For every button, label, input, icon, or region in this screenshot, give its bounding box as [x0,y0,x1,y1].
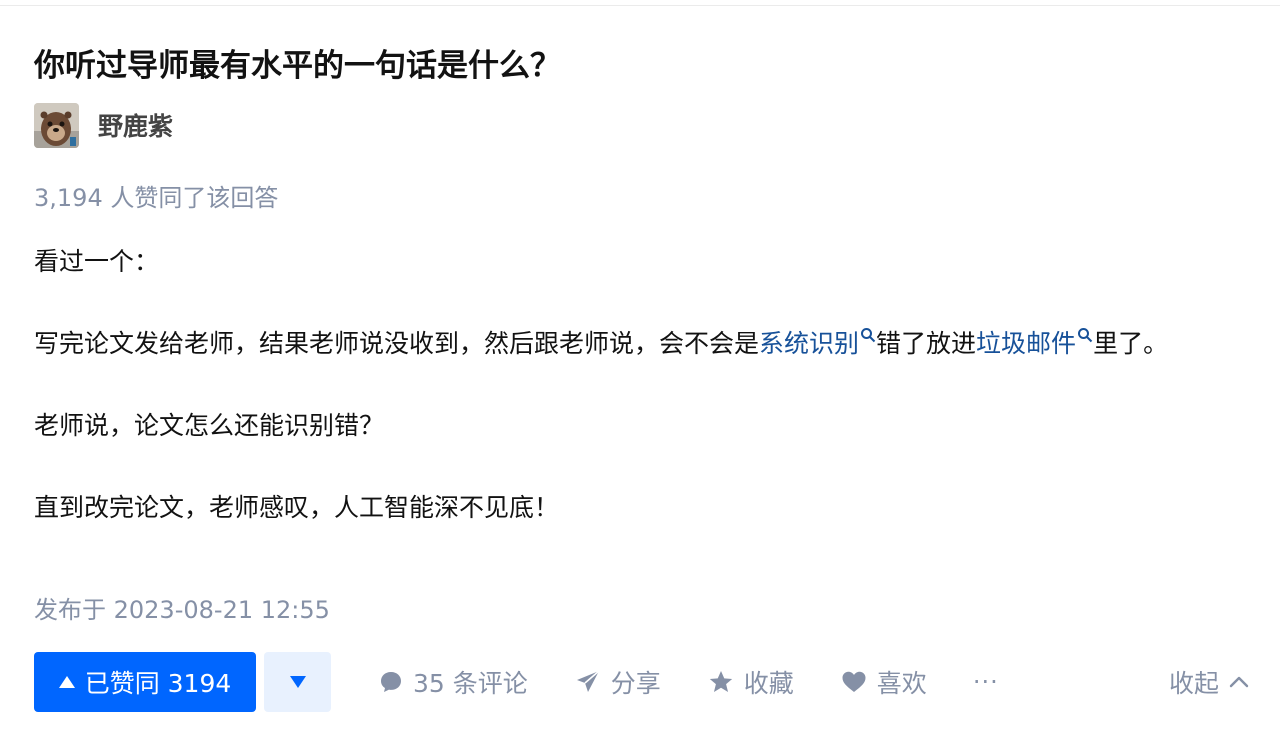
favorite-button[interactable]: 收藏 [708,664,794,700]
like-label: 喜欢 [876,669,927,698]
collapse-button[interactable]: 收起 [1169,664,1249,700]
answer-paragraph-1: 看过一个： [34,247,160,276]
favorite-label: 收藏 [743,669,794,698]
share-button[interactable]: 分享 [575,664,661,700]
answer-text-1: 写完论文发给老师，结果老师说没收到，然后跟老师说，会不会是 [34,329,760,358]
author-info: 野鹿紫 [34,102,173,148]
downvote-triangle-icon [289,676,306,688]
publish-time[interactable]: 发布于 2023-08-21 12:55 [34,593,330,627]
share-label: 分享 [610,669,661,698]
question-title[interactable]: 你听过导师最有水平的一句话是什么？ [34,44,561,88]
search-icon [1078,327,1093,342]
like-button[interactable]: 喜欢 [841,664,927,700]
keyword-link-system-recognition[interactable]: 系统识别 [759,327,876,358]
comments-button[interactable]: 35 条评论 [379,664,528,700]
avatar[interactable] [34,102,79,148]
answer-text-3: 里了。 [1093,329,1169,358]
collapse-label: 收起 [1168,669,1219,698]
keyword-link-spam-mail[interactable]: 垃圾邮件 [976,327,1093,358]
answer-paragraph-4: 直到改完论文，老师感叹，人工智能深不见底！ [34,493,560,522]
chevron-up-icon [1229,676,1249,688]
more-button[interactable]: ··· [973,668,999,696]
keyword-link-label-1: 系统识别 [759,329,860,358]
comments-label: 35 条评论 [413,669,528,698]
otter-avatar-icon [34,102,79,148]
answer-card: 你听过导师最有水平的一句话是什么？ 野鹿紫 3,194 人赞同了该回答 看过一个… [34,0,1249,734]
keyword-link-label-2: 垃圾邮件 [976,329,1077,358]
paper-plane-icon [576,670,600,692]
upvote-button[interactable]: 已赞同 3194 [34,652,256,712]
action-bar: 已赞同 3194 35 条评论 分享 收藏 喜欢 ··· 收起 [34,652,1249,712]
downvote-button[interactable] [264,652,331,712]
votes-summary: 3,194 人赞同了该回答 [34,184,279,212]
search-icon [861,327,876,342]
heart-icon [842,671,866,692]
comment-bubble-icon [381,672,401,692]
upvote-label: 已赞同 3194 [84,669,232,698]
star-icon [709,670,732,692]
answer-text-2: 错了放进 [876,329,977,358]
answer-content: 看过一个： 写完论文发给老师，结果老师说没收到，然后跟老师说，会不会是系统识别错… [34,239,1249,530]
author-name[interactable]: 野鹿紫 [98,107,173,143]
answer-paragraph-2: 写完论文发给老师，结果老师说没收到，然后跟老师说，会不会是系统识别 错了放进垃圾邮… [34,321,1249,366]
upvote-triangle-icon [58,676,75,688]
answer-paragraph-3: 老师说，论文怎么还能识别错？ [34,411,385,440]
